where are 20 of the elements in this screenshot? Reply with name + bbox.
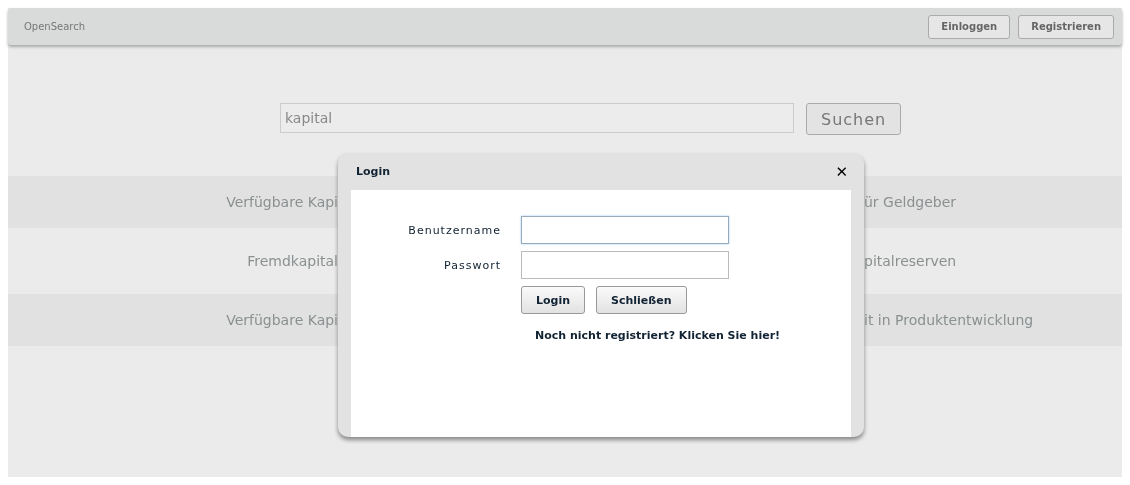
register-link[interactable]: Noch nicht registriert? Klicken Sie hier!	[535, 329, 781, 343]
result-link[interactable]: Verfügbare Kapi	[226, 312, 338, 328]
search-button[interactable]: Suchen	[806, 103, 902, 135]
header-button[interactable]: Einloggen	[928, 14, 1011, 39]
result-link[interactable]: pitalreserven	[864, 253, 957, 269]
result-link[interactable]: ür Geldgeber	[864, 194, 957, 210]
field-label: Passwort	[444, 258, 501, 272]
dialog-button[interactable]: Schließen	[596, 286, 687, 315]
result-link[interactable]: Verfügbare Kapi	[226, 194, 338, 210]
brand-name: OpenSearch	[24, 21, 86, 32]
field-label: Benutzername	[408, 223, 501, 237]
result-link[interactable]: Fremdkapital	[247, 253, 338, 269]
result-link[interactable]: it in Produktentwicklung	[864, 312, 1034, 328]
dialog-title: Login	[356, 165, 391, 179]
header-button[interactable]: Registrieren	[1018, 14, 1114, 39]
input-field[interactable]	[521, 251, 729, 280]
close-button[interactable]: ✕	[835, 162, 848, 181]
dialog-button[interactable]: Login	[521, 286, 586, 315]
input-field[interactable]	[521, 216, 729, 245]
search-field[interactable]: kapital	[280, 103, 794, 133]
